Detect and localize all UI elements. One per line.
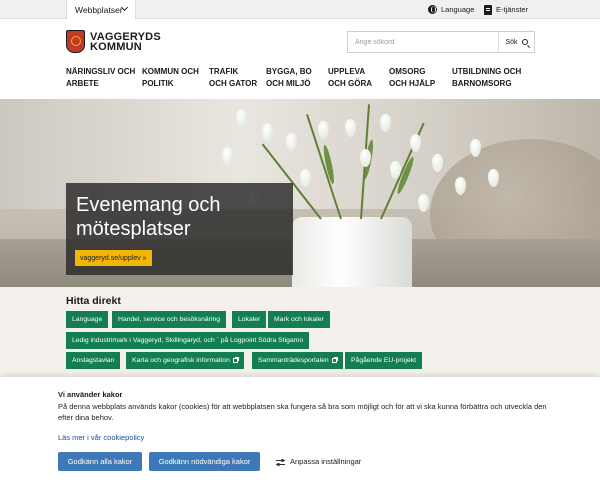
hero-title: Evenemang och mötesplatser [76,194,221,240]
search-icon [521,39,528,45]
search-input[interactable] [348,32,498,52]
site-logo[interactable]: VAGGERYDS KOMMUN [66,30,161,53]
logo-line-1: VAGGERYDS [90,30,161,43]
accept-necessary-cookies-button[interactable]: Godkänn nödvändiga kakor [149,452,260,471]
quick-link-industrimark[interactable]: Ledig industrimark i Vaggeryd, Skillinga… [66,332,310,349]
quick-link-label: Pågående EU-projekt [351,357,416,364]
nav-item-omsorg[interactable]: OMSORG OCH HJÄLP [389,66,435,90]
sites-dropdown-label: Webbplatser [75,4,123,15]
sites-dropdown[interactable]: Webbplatser [66,0,136,19]
quick-link-label: Sammanträdesportalen [258,357,329,364]
top-utility-bar: Webbplatser Language E-tjänster [0,0,600,19]
language-link[interactable]: Language [428,0,474,19]
search-button-label: Sök [505,38,518,46]
quick-links-title: Hitta direkt [66,295,121,307]
sliders-icon [276,458,285,466]
quick-link-eu-projekt[interactable]: Pågående EU-projekt [345,352,422,369]
external-link-icon [331,357,338,363]
nav-item-naringsliv[interactable]: NÄRINGSLIV OCH ARBETE [66,66,135,90]
quick-link-label: Language [72,316,103,323]
document-icon [484,4,492,15]
search-button[interactable]: Sök [498,32,534,52]
hero-link-button[interactable]: vaggeryd.se/upplev » [75,250,152,266]
accept-all-cookies-button[interactable]: Godkänn alla kakor [58,452,142,471]
nav-item-bygga[interactable]: BYGGA, BO OCH MILJÖ [266,66,312,90]
logo-line-2: KOMMUN [90,40,142,53]
nav-item-uppleva[interactable]: UPPLEVA OCH GÖRA [328,66,372,90]
customize-cookies-label: Anpassa inställningar [290,457,362,466]
hero-vase [292,217,412,287]
quick-link-label: Karta och geografisk information [132,357,230,364]
search-form: Sök [347,31,535,53]
cookie-description: På denna webbplats används kakor (cookie… [58,402,547,422]
quick-link-handel[interactable]: Handel, service och besöksnäring [112,311,227,328]
nav-item-trafik[interactable]: TRAFIK OCH GATOR [209,66,257,90]
nav-item-utbildning[interactable]: UTBILDNING OCH BARNOMSORG [452,66,521,90]
snowdrop-flower [418,194,429,212]
cookie-policy-link[interactable]: Läs mer i vår cookiepolicy [58,433,144,442]
quick-link-label: Ledig industrimark i Vaggeryd, Skillinga… [72,337,304,344]
quick-link-language[interactable]: Language [66,311,109,328]
hero-teaser: Evenemang och mötesplatser vaggeryd.se/u… [66,183,293,275]
quick-link-karta[interactable]: Karta och geografisk information [126,352,244,369]
quick-link-label: Handel, service och besöksnäring [118,316,221,323]
quick-link-anslagstavlan[interactable]: Anslagstavlan [66,352,121,369]
external-link-icon [232,357,239,363]
customize-cookies-button[interactable]: Anpassa inställningar [276,452,361,471]
coat-of-arms-icon [66,30,85,53]
nav-item-kommun[interactable]: KOMMUN OCH POLITIK [142,66,199,90]
quick-link-mark-lokaler[interactable]: Mark och lokaler [268,311,330,328]
quick-link-label: Mark och lokaler [274,316,324,323]
quick-link-label: Anslagstavlan [72,357,115,364]
quick-link-sammantradesportalen[interactable]: Sammanträdesportalen [252,352,343,369]
globe-icon [428,5,437,14]
logo-text: VAGGERYDS KOMMUN [90,30,161,53]
quick-link-label: Lokaler [238,316,261,323]
eservices-label: E-tjänster [496,5,529,14]
quick-link-lokaler[interactable]: Lokaler [232,311,267,328]
language-label: Language [441,5,475,14]
cookie-title: Vi använder kakor [58,390,123,399]
eservices-link[interactable]: E-tjänster [484,0,528,19]
